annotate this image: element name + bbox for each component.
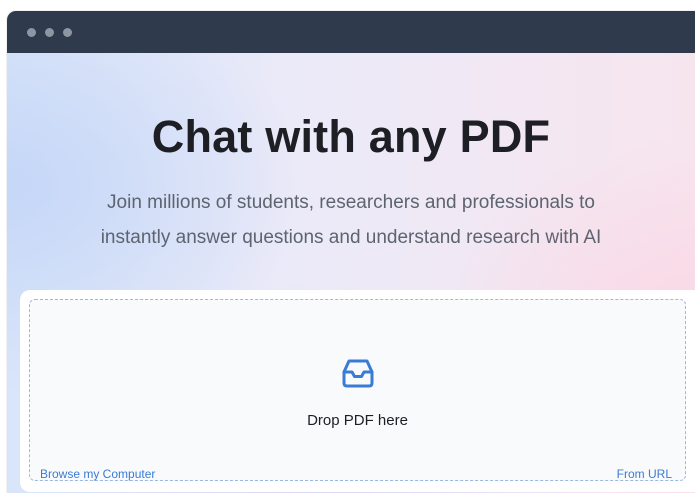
- subtitle-line: Join millions of students, researchers a…: [107, 192, 595, 213]
- browser-window: Chat with any PDF Join millions of stude…: [7, 11, 695, 493]
- window-control-dot[interactable]: [45, 28, 54, 37]
- hero-section: Chat with any PDF Join millions of stude…: [7, 53, 695, 493]
- pdf-dropzone[interactable]: Drop PDF here Browse my Computer From UR…: [29, 299, 686, 481]
- subtitle-line: instantly answer questions and understan…: [100, 227, 602, 248]
- from-url-link[interactable]: From URL: [617, 467, 672, 481]
- browse-computer-link[interactable]: Browse my Computer: [40, 467, 155, 481]
- upload-card: Drop PDF here Browse my Computer From UR…: [20, 290, 695, 492]
- window-control-dot[interactable]: [63, 28, 72, 37]
- window-control-dot[interactable]: [27, 28, 36, 37]
- page-subtitle: Join millions of students, researchers a…: [47, 185, 655, 255]
- page-title: Chat with any PDF: [151, 111, 551, 162]
- drop-pdf-label: Drop PDF here: [307, 412, 408, 429]
- inbox-tray-icon: [342, 359, 374, 388]
- window-titlebar: [7, 11, 695, 53]
